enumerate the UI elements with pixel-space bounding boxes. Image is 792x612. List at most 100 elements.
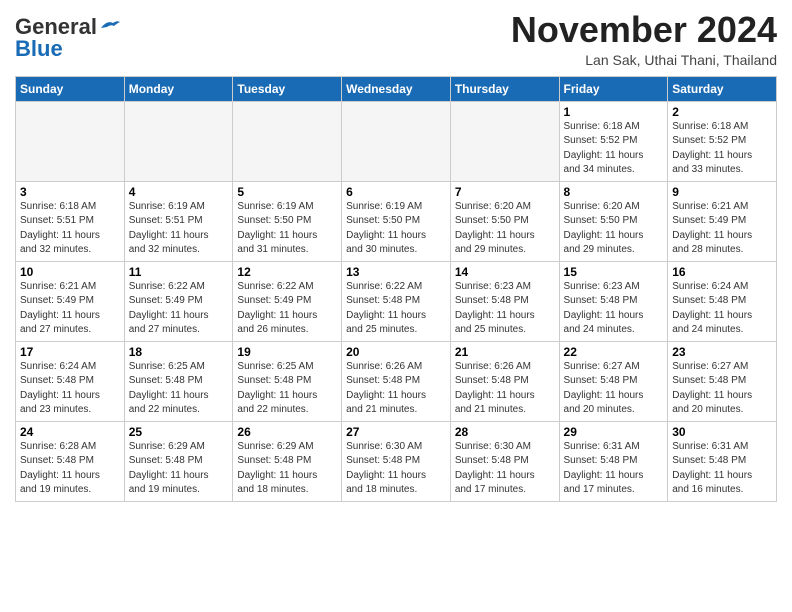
day-number: 25 [129, 425, 229, 439]
cell-w1-d6: 9Sunrise: 6:21 AMSunset: 5:49 PMDaylight… [668, 181, 777, 261]
cell-w3-d5: 22Sunrise: 6:27 AMSunset: 5:48 PMDayligh… [559, 341, 668, 421]
header: General Blue November 2024 Lan Sak, Utha… [15, 10, 777, 68]
cell-w0-d4 [450, 101, 559, 181]
cell-w4-d5: 29Sunrise: 6:31 AMSunset: 5:48 PMDayligh… [559, 421, 668, 501]
day-info: Sunrise: 6:23 AMSunset: 5:48 PMDaylight:… [455, 280, 555, 338]
cell-w0-d0 [16, 101, 125, 181]
page: General Blue November 2024 Lan Sak, Utha… [0, 0, 792, 517]
header-monday: Monday [124, 76, 233, 101]
cell-w3-d1: 18Sunrise: 6:25 AMSunset: 5:48 PMDayligh… [124, 341, 233, 421]
day-number: 21 [455, 345, 555, 359]
day-info: Sunrise: 6:25 AMSunset: 5:48 PMDaylight:… [129, 360, 229, 418]
cell-w3-d6: 23Sunrise: 6:27 AMSunset: 5:48 PMDayligh… [668, 341, 777, 421]
cell-w2-d5: 15Sunrise: 6:23 AMSunset: 5:48 PMDayligh… [559, 261, 668, 341]
header-sunday: Sunday [16, 76, 125, 101]
day-info: Sunrise: 6:26 AMSunset: 5:48 PMDaylight:… [346, 360, 446, 418]
cell-w4-d0: 24Sunrise: 6:28 AMSunset: 5:48 PMDayligh… [16, 421, 125, 501]
day-number: 20 [346, 345, 446, 359]
day-info: Sunrise: 6:21 AMSunset: 5:49 PMDaylight:… [672, 200, 772, 258]
cell-w2-d1: 11Sunrise: 6:22 AMSunset: 5:49 PMDayligh… [124, 261, 233, 341]
header-saturday: Saturday [668, 76, 777, 101]
cell-w3-d4: 21Sunrise: 6:26 AMSunset: 5:48 PMDayligh… [450, 341, 559, 421]
calendar: SundayMondayTuesdayWednesdayThursdayFrid… [15, 76, 777, 502]
day-number: 29 [564, 425, 664, 439]
month-title: November 2024 [511, 10, 777, 50]
day-number: 3 [20, 185, 120, 199]
day-info: Sunrise: 6:30 AMSunset: 5:48 PMDaylight:… [346, 440, 446, 498]
cell-w0-d3 [342, 101, 451, 181]
day-info: Sunrise: 6:18 AMSunset: 5:51 PMDaylight:… [20, 200, 120, 258]
day-info: Sunrise: 6:31 AMSunset: 5:48 PMDaylight:… [672, 440, 772, 498]
day-number: 7 [455, 185, 555, 199]
cell-w2-d3: 13Sunrise: 6:22 AMSunset: 5:48 PMDayligh… [342, 261, 451, 341]
day-info: Sunrise: 6:19 AMSunset: 5:50 PMDaylight:… [346, 200, 446, 258]
day-number: 6 [346, 185, 446, 199]
day-number: 14 [455, 265, 555, 279]
day-number: 12 [237, 265, 337, 279]
day-number: 15 [564, 265, 664, 279]
header-thursday: Thursday [450, 76, 559, 101]
day-number: 1 [564, 105, 664, 119]
day-number: 2 [672, 105, 772, 119]
calendar-header-row: SundayMondayTuesdayWednesdayThursdayFrid… [16, 76, 777, 101]
day-number: 5 [237, 185, 337, 199]
cell-w1-d5: 8Sunrise: 6:20 AMSunset: 5:50 PMDaylight… [559, 181, 668, 261]
cell-w4-d4: 28Sunrise: 6:30 AMSunset: 5:48 PMDayligh… [450, 421, 559, 501]
week-row-0: 1Sunrise: 6:18 AMSunset: 5:52 PMDaylight… [16, 101, 777, 181]
cell-w0-d5: 1Sunrise: 6:18 AMSunset: 5:52 PMDaylight… [559, 101, 668, 181]
cell-w1-d4: 7Sunrise: 6:20 AMSunset: 5:50 PMDaylight… [450, 181, 559, 261]
cell-w0-d1 [124, 101, 233, 181]
day-number: 27 [346, 425, 446, 439]
day-info: Sunrise: 6:28 AMSunset: 5:48 PMDaylight:… [20, 440, 120, 498]
day-info: Sunrise: 6:18 AMSunset: 5:52 PMDaylight:… [672, 120, 772, 178]
day-number: 24 [20, 425, 120, 439]
day-info: Sunrise: 6:26 AMSunset: 5:48 PMDaylight:… [455, 360, 555, 418]
header-friday: Friday [559, 76, 668, 101]
logo-blue: Blue [15, 36, 63, 62]
day-info: Sunrise: 6:24 AMSunset: 5:48 PMDaylight:… [20, 360, 120, 418]
week-row-3: 17Sunrise: 6:24 AMSunset: 5:48 PMDayligh… [16, 341, 777, 421]
cell-w1-d2: 5Sunrise: 6:19 AMSunset: 5:50 PMDaylight… [233, 181, 342, 261]
cell-w4-d3: 27Sunrise: 6:30 AMSunset: 5:48 PMDayligh… [342, 421, 451, 501]
day-info: Sunrise: 6:22 AMSunset: 5:49 PMDaylight:… [129, 280, 229, 338]
cell-w2-d4: 14Sunrise: 6:23 AMSunset: 5:48 PMDayligh… [450, 261, 559, 341]
header-tuesday: Tuesday [233, 76, 342, 101]
cell-w2-d0: 10Sunrise: 6:21 AMSunset: 5:49 PMDayligh… [16, 261, 125, 341]
cell-w0-d6: 2Sunrise: 6:18 AMSunset: 5:52 PMDaylight… [668, 101, 777, 181]
cell-w1-d0: 3Sunrise: 6:18 AMSunset: 5:51 PMDaylight… [16, 181, 125, 261]
day-number: 26 [237, 425, 337, 439]
day-number: 16 [672, 265, 772, 279]
logo-bird-icon [99, 18, 121, 34]
day-number: 18 [129, 345, 229, 359]
cell-w3-d2: 19Sunrise: 6:25 AMSunset: 5:48 PMDayligh… [233, 341, 342, 421]
header-wednesday: Wednesday [342, 76, 451, 101]
cell-w1-d1: 4Sunrise: 6:19 AMSunset: 5:51 PMDaylight… [124, 181, 233, 261]
day-info: Sunrise: 6:25 AMSunset: 5:48 PMDaylight:… [237, 360, 337, 418]
day-info: Sunrise: 6:20 AMSunset: 5:50 PMDaylight:… [455, 200, 555, 258]
week-row-4: 24Sunrise: 6:28 AMSunset: 5:48 PMDayligh… [16, 421, 777, 501]
day-number: 22 [564, 345, 664, 359]
day-info: Sunrise: 6:18 AMSunset: 5:52 PMDaylight:… [564, 120, 664, 178]
day-number: 19 [237, 345, 337, 359]
day-info: Sunrise: 6:29 AMSunset: 5:48 PMDaylight:… [237, 440, 337, 498]
day-info: Sunrise: 6:20 AMSunset: 5:50 PMDaylight:… [564, 200, 664, 258]
day-number: 13 [346, 265, 446, 279]
day-number: 8 [564, 185, 664, 199]
location: Lan Sak, Uthai Thani, Thailand [511, 52, 777, 68]
day-info: Sunrise: 6:24 AMSunset: 5:48 PMDaylight:… [672, 280, 772, 338]
logo: General Blue [15, 14, 121, 62]
cell-w2-d6: 16Sunrise: 6:24 AMSunset: 5:48 PMDayligh… [668, 261, 777, 341]
cell-w4-d2: 26Sunrise: 6:29 AMSunset: 5:48 PMDayligh… [233, 421, 342, 501]
cell-w4-d6: 30Sunrise: 6:31 AMSunset: 5:48 PMDayligh… [668, 421, 777, 501]
day-number: 23 [672, 345, 772, 359]
title-area: November 2024 Lan Sak, Uthai Thani, Thai… [511, 10, 777, 68]
day-info: Sunrise: 6:22 AMSunset: 5:49 PMDaylight:… [237, 280, 337, 338]
day-number: 10 [20, 265, 120, 279]
week-row-2: 10Sunrise: 6:21 AMSunset: 5:49 PMDayligh… [16, 261, 777, 341]
day-info: Sunrise: 6:22 AMSunset: 5:48 PMDaylight:… [346, 280, 446, 338]
day-info: Sunrise: 6:29 AMSunset: 5:48 PMDaylight:… [129, 440, 229, 498]
day-info: Sunrise: 6:19 AMSunset: 5:51 PMDaylight:… [129, 200, 229, 258]
cell-w3-d3: 20Sunrise: 6:26 AMSunset: 5:48 PMDayligh… [342, 341, 451, 421]
day-info: Sunrise: 6:23 AMSunset: 5:48 PMDaylight:… [564, 280, 664, 338]
day-info: Sunrise: 6:27 AMSunset: 5:48 PMDaylight:… [564, 360, 664, 418]
